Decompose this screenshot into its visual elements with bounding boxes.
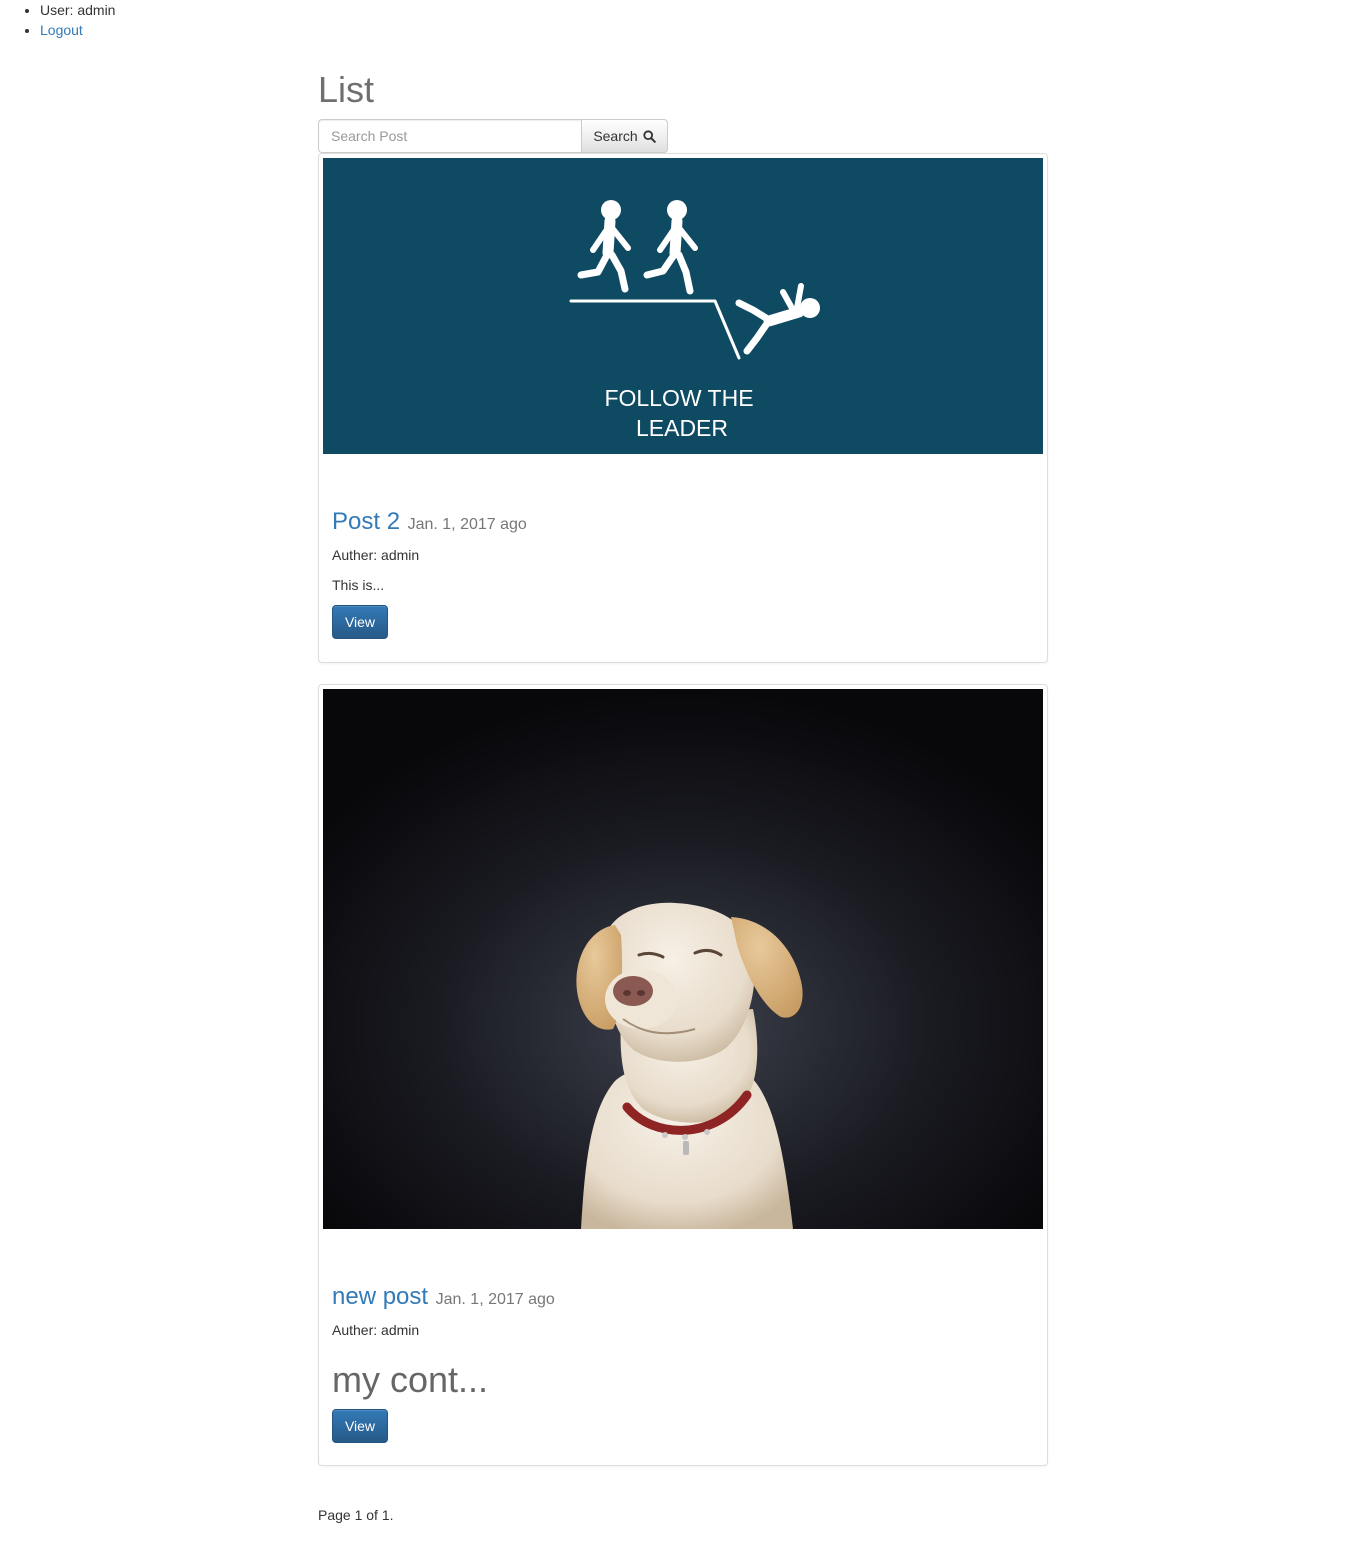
search-button[interactable]: Search xyxy=(581,119,668,153)
pagination-status: Page 1 of 1. xyxy=(318,1507,394,1523)
post-title-link[interactable]: new post xyxy=(332,1283,428,1310)
search-icon xyxy=(643,129,656,143)
view-button[interactable]: View xyxy=(332,605,388,639)
post-thumbnail-follow-the-leader: FOLLOW THE LEADER xyxy=(323,158,1043,454)
search-input[interactable] xyxy=(318,119,581,153)
user-label: User: admin xyxy=(40,0,115,20)
thumbnail-caption-line2: LEADER xyxy=(636,415,728,441)
post-card: new post Jan. 1, 2017 ago Auther: admin … xyxy=(318,684,1048,1466)
user-nav: User: admin Logout xyxy=(0,0,115,40)
post-heading: Post 2 Jan. 1, 2017 ago xyxy=(332,508,527,536)
post-thumbnail-dog-photo xyxy=(323,689,1043,1229)
post-author: Auther: admin xyxy=(332,1322,420,1338)
thumbnail-caption-line1: FOLLOW THE xyxy=(604,385,753,411)
post-title-link[interactable]: Post 2 xyxy=(332,508,400,535)
post-date: Jan. 1, 2017 ago xyxy=(407,516,527,533)
search-form: Search xyxy=(318,119,668,153)
page-title: List xyxy=(318,69,375,110)
logout-link[interactable]: Logout xyxy=(40,22,83,38)
post-heading: new post Jan. 1, 2017 ago xyxy=(332,1283,555,1311)
post-excerpt: my cont... xyxy=(332,1359,489,1400)
view-button[interactable]: View xyxy=(332,1409,388,1443)
logout-item: Logout xyxy=(40,20,115,40)
post-date: Jan. 1, 2017 ago xyxy=(435,1291,555,1308)
search-button-label: Search xyxy=(593,128,638,144)
post-card: FOLLOW THE LEADER Post 2 Jan. 1, 2017 ag… xyxy=(318,153,1048,663)
post-excerpt: This is... xyxy=(332,577,385,593)
post-author: Auther: admin xyxy=(332,547,420,563)
